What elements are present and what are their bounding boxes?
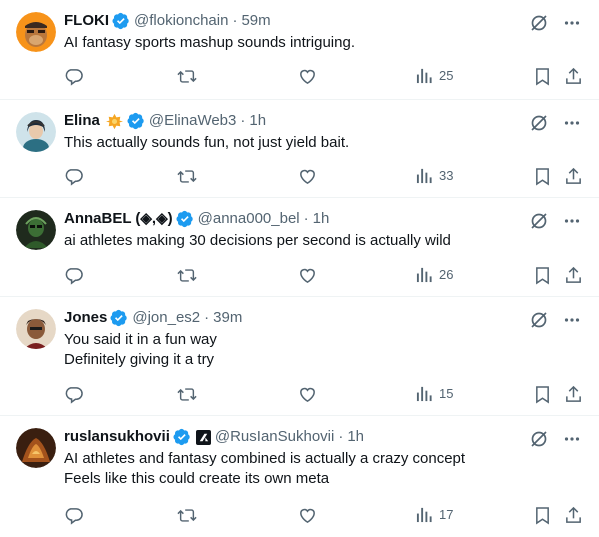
tweet-floki[interactable]: FLOKI @flokionchain · 59m AI fantasy spo… bbox=[0, 0, 599, 100]
timestamp[interactable]: 1h bbox=[249, 111, 266, 131]
action-bar: 17 bbox=[64, 506, 583, 526]
bookmark-button[interactable] bbox=[534, 67, 551, 86]
share-button[interactable] bbox=[564, 266, 583, 285]
view-count: 15 bbox=[439, 386, 454, 401]
more-icon[interactable] bbox=[563, 14, 581, 32]
retweet-button[interactable] bbox=[177, 67, 197, 86]
tweet-text: ai athletes making 30 decisions per seco… bbox=[64, 232, 451, 249]
view-count: 25 bbox=[439, 68, 454, 83]
share-button[interactable] bbox=[564, 506, 583, 525]
action-bar: 15 bbox=[64, 385, 583, 405]
avatar[interactable] bbox=[16, 210, 56, 250]
timestamp[interactable]: 59m bbox=[241, 11, 270, 31]
views-button[interactable]: 15 bbox=[416, 385, 453, 402]
reply-button[interactable] bbox=[64, 167, 83, 186]
separator: · bbox=[204, 309, 210, 326]
timestamp[interactable]: 1h bbox=[313, 209, 330, 229]
action-bar: 33 bbox=[64, 167, 583, 187]
avatar[interactable] bbox=[16, 428, 56, 468]
separator: · bbox=[303, 210, 309, 227]
bookmark-button[interactable] bbox=[534, 266, 551, 285]
grok-icon[interactable] bbox=[529, 113, 549, 133]
verified-badge-icon bbox=[127, 112, 145, 130]
avatar[interactable] bbox=[16, 309, 56, 349]
like-button[interactable] bbox=[298, 506, 317, 525]
like-button[interactable] bbox=[298, 266, 317, 285]
author-handle[interactable]: @jon_es2 bbox=[132, 308, 200, 328]
affiliate-badge-icon bbox=[195, 429, 211, 445]
tweet-ruslansukhovii[interactable]: ruslansukhovii @RusIanSukhovii · 1h AI a… bbox=[0, 416, 599, 537]
retweet-button[interactable] bbox=[177, 506, 197, 525]
more-icon[interactable] bbox=[563, 212, 581, 230]
separator: · bbox=[338, 428, 344, 445]
share-button[interactable] bbox=[564, 167, 583, 186]
separator: · bbox=[240, 112, 246, 129]
share-button[interactable] bbox=[564, 385, 583, 404]
author-name[interactable]: Elina bbox=[64, 111, 100, 131]
grok-icon[interactable] bbox=[529, 13, 549, 33]
grok-icon[interactable] bbox=[529, 211, 549, 231]
like-button[interactable] bbox=[298, 385, 317, 404]
tweet-jones[interactable]: Jones @jon_es2 · 39m You said it in a fu… bbox=[0, 297, 599, 416]
tweet-text: You said it in a fun way Definitely givi… bbox=[64, 331, 217, 368]
view-count: 33 bbox=[439, 168, 454, 183]
tweet-text: This actually sounds fun, not just yield… bbox=[64, 134, 350, 151]
action-bar: 25 bbox=[64, 67, 583, 87]
avatar[interactable] bbox=[16, 112, 56, 152]
share-button[interactable] bbox=[564, 67, 583, 86]
author-name[interactable]: AnnaBEL (◈,◈) bbox=[64, 209, 173, 229]
like-button[interactable] bbox=[298, 167, 317, 186]
author-name[interactable]: ruslansukhovii bbox=[64, 427, 170, 447]
more-icon[interactable] bbox=[563, 114, 581, 132]
bookmark-button[interactable] bbox=[534, 385, 551, 404]
author-handle[interactable]: @RusIanSukhovii bbox=[215, 427, 334, 447]
tweet-elina[interactable]: Elina @ElinaWeb3 · 1h This actually soun… bbox=[0, 100, 599, 198]
views-button[interactable]: 25 bbox=[416, 67, 453, 84]
bookmark-button[interactable] bbox=[534, 167, 551, 186]
view-count: 17 bbox=[439, 507, 454, 522]
retweet-button[interactable] bbox=[177, 385, 197, 404]
action-bar: 26 bbox=[64, 266, 583, 286]
verified-badge-icon bbox=[176, 210, 194, 228]
reply-button[interactable] bbox=[64, 506, 83, 525]
author-name[interactable]: Jones bbox=[64, 308, 107, 328]
grok-icon[interactable] bbox=[529, 429, 549, 449]
more-icon[interactable] bbox=[563, 430, 581, 448]
tweet-text: AI athletes and fantasy combined is actu… bbox=[64, 450, 466, 487]
author-handle[interactable]: @ElinaWeb3 bbox=[149, 111, 237, 131]
org-badge-icon bbox=[105, 113, 123, 130]
author-name[interactable]: FLOKI bbox=[64, 11, 109, 31]
timestamp[interactable]: 1h bbox=[347, 427, 364, 447]
views-button[interactable]: 33 bbox=[416, 167, 453, 184]
retweet-button[interactable] bbox=[177, 167, 197, 186]
author-handle[interactable]: @anna000_bel bbox=[198, 209, 300, 229]
more-icon[interactable] bbox=[563, 311, 581, 329]
bookmark-button[interactable] bbox=[534, 506, 551, 525]
separator: · bbox=[232, 12, 238, 29]
reply-button[interactable] bbox=[64, 67, 83, 86]
views-button[interactable]: 26 bbox=[416, 266, 453, 283]
verified-badge-icon bbox=[112, 12, 130, 30]
reply-button[interactable] bbox=[64, 385, 83, 404]
timestamp[interactable]: 39m bbox=[213, 308, 242, 328]
view-count: 26 bbox=[439, 267, 454, 282]
tweet-text: AI fantasy sports mashup sounds intrigui… bbox=[64, 34, 355, 51]
like-button[interactable] bbox=[298, 67, 317, 86]
views-button[interactable]: 17 bbox=[416, 506, 453, 523]
retweet-button[interactable] bbox=[177, 266, 197, 285]
author-handle[interactable]: @flokionchain bbox=[134, 11, 228, 31]
avatar[interactable] bbox=[16, 12, 56, 52]
tweet-annabel[interactable]: AnnaBEL (◈,◈) @anna000_bel · 1h ai athle… bbox=[0, 198, 599, 297]
reply-button[interactable] bbox=[64, 266, 83, 285]
verified-badge-icon bbox=[110, 309, 128, 327]
verified-badge-icon bbox=[173, 428, 191, 446]
grok-icon[interactable] bbox=[529, 310, 549, 330]
